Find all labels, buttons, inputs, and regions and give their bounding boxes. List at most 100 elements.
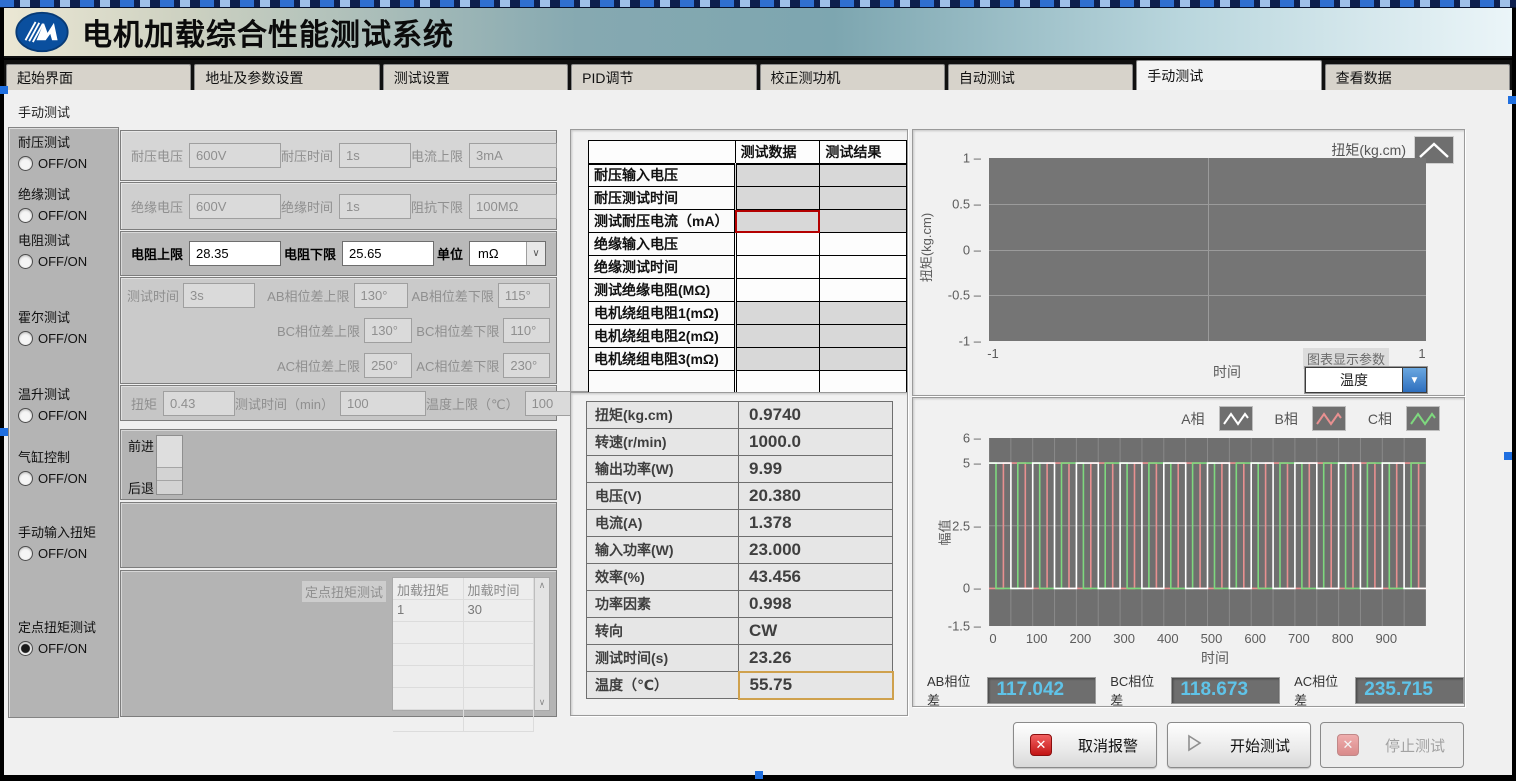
table-cell[interactable]: [393, 622, 464, 643]
result-cell[interactable]: [820, 210, 907, 233]
result-cell[interactable]: [820, 279, 907, 302]
table-cell[interactable]: 1: [393, 600, 464, 621]
field-label: AC相位差下限: [416, 356, 499, 375]
tab-3[interactable]: 测试设置: [383, 64, 568, 90]
legend-line-icon[interactable]: [1312, 406, 1346, 431]
selection-handle: [1508, 96, 1516, 104]
resistance-upper-input[interactable]: 28.35: [189, 241, 281, 266]
table-cell[interactable]: [393, 688, 464, 709]
tab-4[interactable]: PID调节: [571, 64, 756, 90]
data-cell[interactable]: [735, 325, 820, 348]
x-axis-label: 时间: [1213, 362, 1241, 382]
field-label: AB相位差下限: [412, 286, 494, 305]
radio-toggle-icon[interactable]: [18, 254, 33, 269]
data-cell[interactable]: [735, 302, 820, 325]
scroll-up-icon[interactable]: ∧: [539, 580, 546, 591]
result-cell[interactable]: [820, 371, 907, 394]
table-cell[interactable]: [464, 644, 535, 665]
tab-2[interactable]: 地址及参数设置: [194, 64, 379, 90]
result-row: 温度（℃）55.75: [587, 672, 893, 699]
sidebar-item: 手动输入扭矩OFF/ON: [18, 522, 114, 561]
radio-toggle-icon[interactable]: [18, 331, 33, 346]
result-value: CW: [739, 618, 893, 645]
result-cell[interactable]: [820, 348, 907, 371]
result-cell[interactable]: [820, 325, 907, 348]
radio-toggle-icon[interactable]: [18, 156, 33, 171]
radio-toggle-icon[interactable]: [18, 546, 33, 561]
y-axis-ticks: 1 –0.5 –0 –-0.5 –-1 –: [943, 158, 985, 341]
table-cell[interactable]: 30: [464, 600, 535, 621]
data-cell[interactable]: [735, 233, 820, 256]
button-start-test[interactable]: 开始测试: [1167, 722, 1311, 768]
tab-5[interactable]: 校正测功机: [760, 64, 945, 90]
radio-toggle-icon[interactable]: [18, 208, 33, 223]
result-cell[interactable]: [820, 302, 907, 325]
withstand-voltage-input: 600V: [189, 143, 281, 168]
result-value: 0.9740: [739, 402, 893, 429]
title-bar: 电机加载综合性能测试系统: [4, 8, 1512, 58]
tab-6[interactable]: 自动测试: [948, 64, 1133, 90]
x-tick-label: 300: [1113, 631, 1135, 646]
tab-7[interactable]: 手动测试: [1136, 60, 1321, 90]
table-row: 电机绕组电阻2(mΩ): [589, 325, 907, 348]
tab-8[interactable]: 查看数据: [1325, 64, 1510, 90]
result-cell[interactable]: [820, 256, 907, 279]
x-axis-ticks: 0100200300400500600700800900: [989, 627, 1426, 647]
table-header: 加载扭矩: [393, 578, 464, 599]
tab-1[interactable]: 起始界面: [6, 64, 191, 90]
x-tick-label: 400: [1157, 631, 1179, 646]
cylinder-slider[interactable]: [156, 435, 183, 495]
result-cell[interactable]: [820, 233, 907, 256]
y-axis-ticks: 6 –5 –2.5 –0 –-1.5 –: [943, 438, 985, 626]
data-cell[interactable]: [735, 371, 820, 394]
result-value: 20.380: [739, 483, 893, 510]
resistance-panel: 电阻上限 28.35 电阻下限 25.65 单位 mΩ ∨: [120, 231, 557, 276]
table-header: 加载时间: [464, 578, 535, 599]
chart-param-dropdown[interactable]: 温度 ▼: [1305, 367, 1427, 393]
legend-line-icon[interactable]: [1219, 406, 1253, 431]
field-label: 测试时间（min）: [235, 394, 334, 413]
field-label: 电阻下限: [284, 244, 336, 263]
button-cancel-alarm[interactable]: ✕取消报警: [1013, 722, 1157, 768]
test-selector-panel: 耐压测试OFF/ON绝缘测试OFF/ON电阻测试OFF/ON霍尔测试OFF/ON…: [8, 127, 119, 718]
radio-toggle-icon[interactable]: [18, 641, 33, 656]
hall-time-input: 3s: [183, 283, 255, 308]
sidebar-item-label: 耐压测试: [18, 132, 114, 151]
field-label: 温度上限（℃）: [426, 394, 519, 413]
table-cell[interactable]: [393, 710, 464, 731]
table-cell[interactable]: [464, 622, 535, 643]
sidebar-item-label: 温升测试: [18, 384, 114, 403]
scroll-down-icon[interactable]: ∨: [539, 697, 546, 708]
table-cell[interactable]: [393, 666, 464, 687]
unit-dropdown[interactable]: mΩ ∨: [469, 241, 546, 266]
withstand-time-input: 1s: [339, 143, 411, 168]
data-cell[interactable]: [735, 164, 820, 187]
radio-toggle-icon[interactable]: [18, 408, 33, 423]
phase-value: 235.715: [1355, 677, 1464, 704]
table-cell[interactable]: [393, 644, 464, 665]
result-cell[interactable]: [820, 187, 907, 210]
dropdown-arrow-icon[interactable]: ▼: [1402, 368, 1426, 392]
result-label: 功率因素: [587, 591, 739, 618]
resistance-lower-input[interactable]: 25.65: [342, 241, 434, 266]
data-cell[interactable]: [735, 187, 820, 210]
table-cell[interactable]: [464, 688, 535, 709]
table-scrollbar[interactable]: ∧ ∨: [534, 578, 549, 710]
data-cell[interactable]: [735, 256, 820, 279]
bc-upper-input: 130°: [364, 318, 412, 343]
table-cell[interactable]: [464, 710, 535, 731]
data-cell[interactable]: [735, 279, 820, 302]
ab-upper-input: 130°: [354, 283, 408, 308]
table-row: 耐压测试时间: [589, 187, 907, 210]
table-row: 绝缘测试时间: [589, 256, 907, 279]
result-value: 9.99: [739, 456, 893, 483]
legend-label: 扭矩(kg.cm): [1331, 140, 1406, 160]
legend-line-icon[interactable]: [1406, 406, 1440, 431]
result-cell[interactable]: [820, 164, 907, 187]
table-cell[interactable]: [464, 666, 535, 687]
chevron-down-icon[interactable]: ∨: [526, 242, 545, 265]
data-cell[interactable]: [735, 210, 820, 233]
selection-handle: [1504, 452, 1512, 460]
data-cell[interactable]: [735, 348, 820, 371]
radio-toggle-icon[interactable]: [18, 471, 33, 486]
